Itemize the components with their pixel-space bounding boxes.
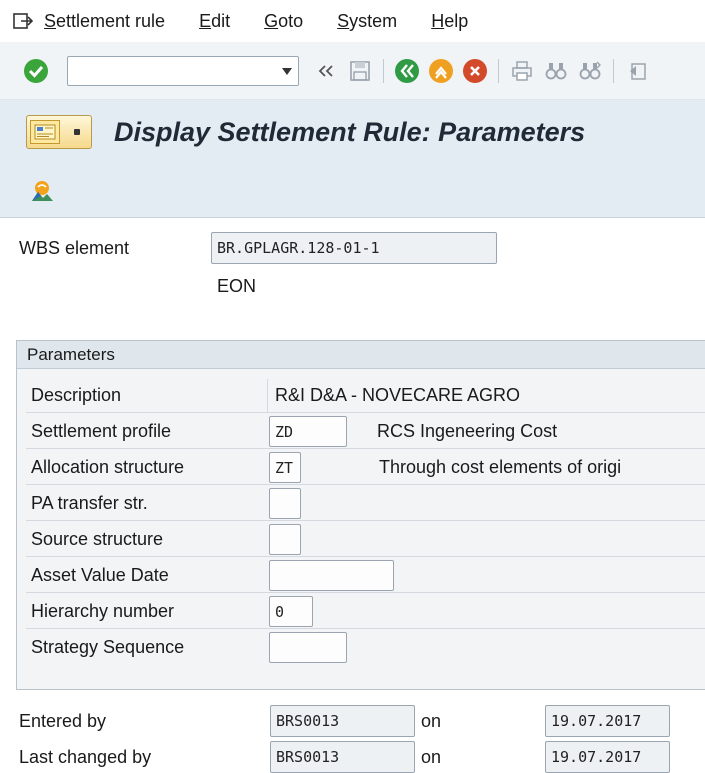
description-value: R&I D&A - NOVECARE AGRO: [275, 385, 521, 405]
cancel-icon[interactable]: [461, 57, 489, 85]
param-row-settlement-profile: Settlement profile ZD RCS Ingeneering Co…: [26, 415, 705, 449]
row-divider: [267, 379, 268, 413]
application-toolbar: [0, 164, 705, 218]
source-structure-label: Source structure: [31, 529, 164, 549]
wbs-element-label: WBS element: [19, 238, 130, 258]
param-row-source-structure: Source structure: [26, 523, 705, 557]
param-row-description: Description R&I D&A - NOVECARE AGRO: [26, 379, 705, 413]
param-row-pa-transfer: PA transfer str.: [26, 487, 705, 521]
screen-menu-button[interactable]: [26, 115, 92, 149]
last-changed-on-date-field[interactable]: 19.07.2017: [545, 741, 670, 773]
param-row-allocation-structure: Allocation structure ZT Through cost ele…: [26, 451, 705, 485]
settlement-profile-label: Settlement profile: [31, 421, 172, 441]
exit-icon[interactable]: [427, 57, 455, 85]
find-icon[interactable]: [542, 57, 570, 85]
save-icon[interactable]: [346, 57, 374, 85]
entered-by-field[interactable]: BRS0013: [270, 705, 415, 737]
toolbar-separator: [498, 58, 499, 83]
entered-on-date-field[interactable]: 19.07.2017: [545, 705, 670, 737]
chevron-down-icon[interactable]: [282, 67, 292, 75]
chevron-down-icon: [74, 129, 80, 135]
settlement-profile-field[interactable]: ZD: [269, 416, 347, 447]
menu-system[interactable]: System: [337, 11, 397, 32]
last-changed-by-label: Last changed by: [19, 747, 152, 767]
toolbar-separator: [613, 58, 614, 83]
back-icon[interactable]: [393, 57, 421, 85]
pa-transfer-label: PA transfer str.: [31, 493, 148, 513]
entered-by-label: Entered by: [19, 711, 107, 731]
last-changed-by-field[interactable]: BRS0013: [270, 741, 415, 773]
command-field[interactable]: [67, 55, 299, 86]
collapse-toolbar-icon[interactable]: [312, 57, 340, 85]
hierarchy-number-label: Hierarchy number: [31, 601, 175, 621]
display-object-icon[interactable]: [28, 177, 56, 205]
menu-help[interactable]: Help: [431, 11, 468, 32]
menu-settlement-rule[interactable]: Settlement rule: [44, 11, 165, 32]
first-page-icon[interactable]: [623, 57, 651, 85]
source-structure-field[interactable]: [269, 524, 301, 555]
hierarchy-number-field[interactable]: 0: [269, 596, 313, 627]
page-title: Display Settlement Rule: Parameters: [114, 116, 586, 147]
pa-transfer-field[interactable]: [269, 488, 301, 519]
menu-bar: Settlement rule Edit Goto System Help: [0, 0, 705, 42]
parameters-group-title: Parameters: [17, 341, 705, 369]
param-row-asset-value-date: Asset Value Date: [26, 559, 705, 593]
enter-icon[interactable]: [22, 57, 50, 85]
menu-goto[interactable]: Goto: [264, 11, 303, 32]
screen-menu-icon: [30, 120, 60, 144]
wbs-element-description: EON: [217, 276, 257, 296]
find-next-icon[interactable]: [576, 57, 604, 85]
allocation-structure-description: Through cost elements of origi: [379, 457, 622, 477]
parameters-group: Parameters Description R&I D&A - NOVECAR…: [16, 340, 705, 690]
asset-value-date-field[interactable]: [269, 560, 394, 591]
allocation-structure-field[interactable]: ZT: [269, 452, 301, 483]
param-row-hierarchy-number: Hierarchy number 0: [26, 595, 705, 629]
allocation-structure-label: Allocation structure: [31, 457, 185, 477]
asset-value-date-label: Asset Value Date: [31, 565, 169, 585]
menu-edit[interactable]: Edit: [199, 11, 230, 32]
wbs-element-field[interactable]: BR.GPLAGR.128-01-1: [211, 232, 497, 264]
toolbar-separator: [383, 58, 384, 83]
settlement-profile-description: RCS Ingeneering Cost: [377, 421, 558, 441]
entered-on-label: on: [421, 711, 442, 731]
strategy-sequence-label: Strategy Sequence: [31, 637, 185, 657]
print-icon[interactable]: [508, 57, 536, 85]
standard-toolbar: [0, 42, 705, 100]
description-label: Description: [31, 385, 122, 405]
title-bar: Display Settlement Rule: Parameters: [0, 100, 705, 164]
strategy-sequence-field[interactable]: [269, 632, 347, 663]
param-row-strategy-sequence: Strategy Sequence: [26, 631, 705, 665]
last-changed-on-label: on: [421, 747, 442, 767]
menu-exit-icon[interactable]: [12, 11, 34, 31]
